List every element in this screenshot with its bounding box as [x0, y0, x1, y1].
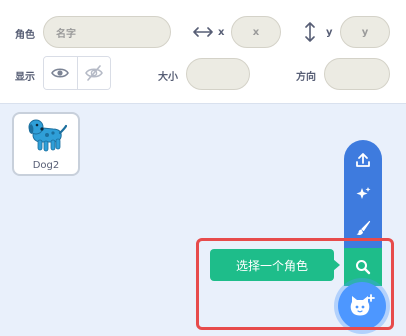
- sprite-label: 角色: [15, 30, 35, 41]
- y-placeholder: y: [361, 26, 369, 38]
- tooltip-text: 选择一个角色: [235, 258, 308, 273]
- cat-sprite-icon: [350, 294, 375, 316]
- surprise-icon: [356, 187, 371, 199]
- surprise-sprite-button[interactable]: [344, 180, 382, 208]
- choose-sprite-button[interactable]: [344, 248, 382, 286]
- x-placeholder: x: [252, 26, 260, 38]
- eye-icon: [51, 68, 70, 78]
- y-position-icon: [305, 22, 315, 42]
- sprite-info-panel: 角色 名字 x x y y 显示 大小 方向: [0, 0, 406, 104]
- dog-sprite-thumbnail: [28, 119, 67, 152]
- show-label: 显示: [15, 72, 35, 83]
- add-sprite-menu: [344, 140, 382, 254]
- sprite-tile[interactable]: Dog2: [12, 112, 80, 176]
- sprite-name-input[interactable]: 名字: [43, 16, 171, 48]
- show-button[interactable]: [44, 57, 77, 89]
- search-icon: [356, 260, 371, 275]
- direction-input[interactable]: [324, 58, 390, 90]
- y-input[interactable]: y: [340, 16, 390, 48]
- size-label: 大小: [158, 72, 178, 83]
- eye-slash-icon: [84, 65, 103, 81]
- paint-sprite-button[interactable]: [344, 214, 382, 242]
- hide-button[interactable]: [76, 57, 110, 89]
- sprite-name-placeholder: 名字: [56, 28, 76, 40]
- sprite-name: Dog2: [32, 160, 60, 171]
- choose-sprite-tooltip: 选择一个角色: [210, 249, 340, 281]
- x-label: x: [218, 27, 225, 38]
- paint-icon: [356, 220, 371, 235]
- size-input[interactable]: [186, 58, 250, 90]
- direction-label: 方向: [296, 72, 316, 83]
- x-input[interactable]: x: [231, 16, 281, 48]
- visibility-toggle-group: [43, 56, 111, 90]
- x-position-icon: [193, 27, 213, 37]
- y-label: y: [326, 27, 333, 38]
- upload-icon: [356, 153, 370, 167]
- add-sprite-button[interactable]: [338, 282, 386, 330]
- upload-sprite-button[interactable]: [344, 146, 382, 174]
